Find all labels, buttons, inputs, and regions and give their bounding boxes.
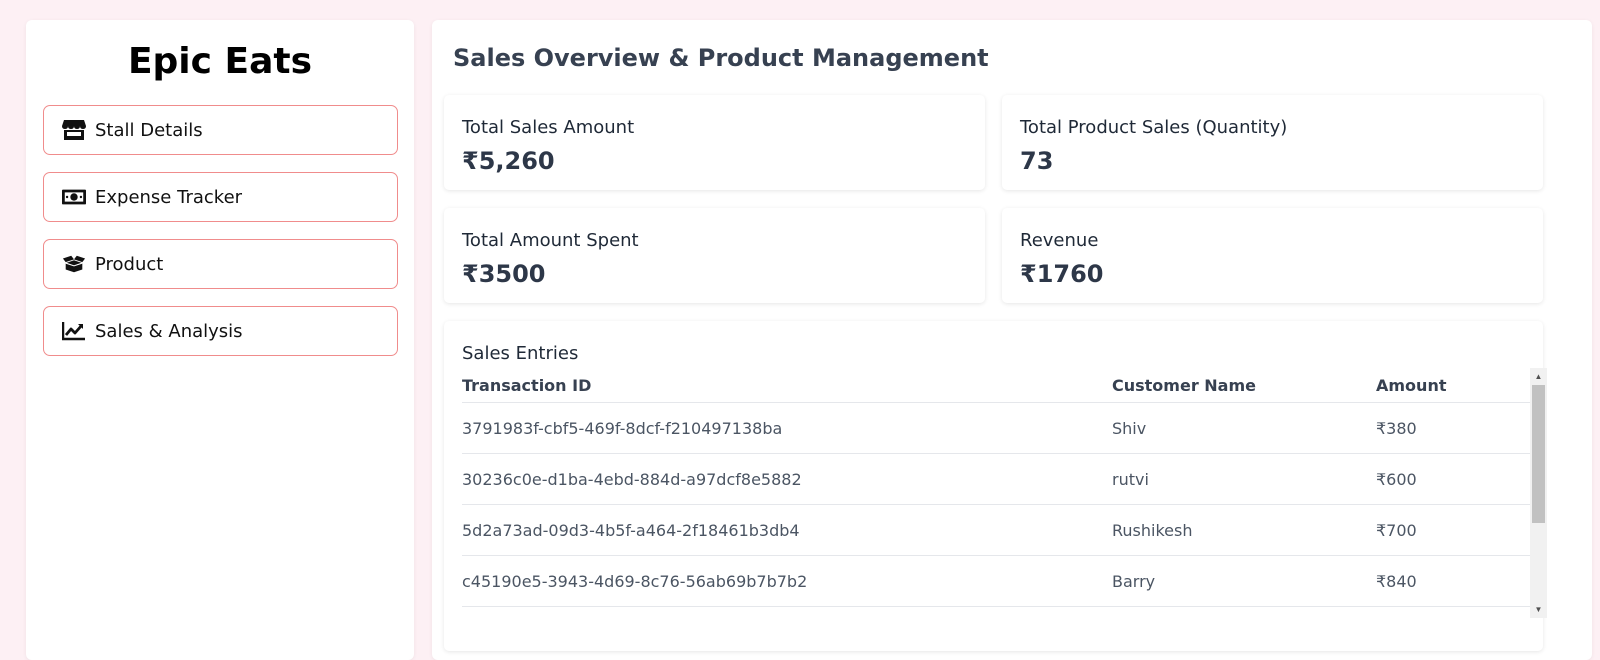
stat-card-revenue: Revenue ₹1760 bbox=[1002, 208, 1543, 303]
table-row: 3791983f-cbf5-469f-8dcf-f210497138ba Shi… bbox=[462, 403, 1547, 454]
stat-label: Revenue bbox=[1020, 230, 1099, 251]
scroll-down-arrow-icon[interactable]: ▼ bbox=[1530, 601, 1547, 618]
cell-customer-name: Barry bbox=[1112, 571, 1156, 591]
cell-transaction-id: 5d2a73ad-09d3-4b5f-a464-2f18461b3db4 bbox=[462, 520, 800, 540]
stat-card-total-sales: Total Sales Amount ₹5,260 bbox=[444, 95, 985, 190]
sidebar-item-label: Expense Tracker bbox=[95, 186, 243, 208]
column-header-customer-name: Customer Name bbox=[1112, 376, 1256, 395]
cell-transaction-id: 30236c0e-d1ba-4ebd-884d-a97dcf8e5882 bbox=[462, 469, 802, 489]
stat-value: 73 bbox=[1020, 147, 1054, 175]
cell-amount: ₹840 bbox=[1376, 571, 1417, 591]
main-panel: Sales Overview & Product Management Tota… bbox=[432, 20, 1592, 660]
page-title: Sales Overview & Product Management bbox=[453, 44, 989, 72]
stat-card-total-quantity: Total Product Sales (Quantity) 73 bbox=[1002, 95, 1543, 190]
cell-amount: ₹600 bbox=[1376, 469, 1417, 489]
table-header: Transaction ID Customer Name Amount bbox=[462, 369, 1547, 403]
cell-transaction-id: c45190e5-3943-4d69-8c76-56ab69b7b7b2 bbox=[462, 571, 808, 591]
sidebar-item-stall-details[interactable]: Stall Details bbox=[43, 105, 398, 155]
column-header-amount: Amount bbox=[1376, 376, 1447, 395]
store-icon bbox=[62, 118, 86, 142]
stat-label: Total Product Sales (Quantity) bbox=[1020, 117, 1288, 138]
box-icon bbox=[62, 252, 86, 276]
stat-card-amount-spent: Total Amount Spent ₹3500 bbox=[444, 208, 985, 303]
table-row: 30236c0e-d1ba-4ebd-884d-a97dcf8e5882 rut… bbox=[462, 454, 1547, 505]
sidebar-item-label: Sales & Analysis bbox=[95, 320, 243, 342]
cell-customer-name: Rushikesh bbox=[1112, 520, 1193, 540]
cell-customer-name: Shiv bbox=[1112, 418, 1147, 438]
sales-entries-card: Sales Entries Transaction ID Customer Na… bbox=[444, 321, 1547, 651]
brand-title: Epic Eats bbox=[127, 41, 313, 82]
sidebar-item-sales-analysis[interactable]: Sales & Analysis bbox=[43, 306, 398, 356]
cell-customer-name: rutvi bbox=[1112, 469, 1149, 489]
scrollbar-thumb[interactable] bbox=[1532, 385, 1545, 523]
cell-transaction-id: 3791983f-cbf5-469f-8dcf-f210497138ba bbox=[462, 418, 783, 438]
sidebar-nav: Stall Details Expense Tracker Product Sa… bbox=[43, 105, 398, 373]
column-header-transaction-id: Transaction ID bbox=[462, 376, 592, 395]
table-scrollbar[interactable]: ▲ ▼ bbox=[1530, 368, 1547, 618]
sidebar-item-label: Stall Details bbox=[95, 119, 203, 141]
sidebar-item-label: Product bbox=[95, 253, 164, 275]
chart-line-icon bbox=[62, 319, 86, 343]
stat-value: ₹3500 bbox=[462, 260, 546, 288]
money-icon bbox=[62, 185, 86, 209]
table-row: c45190e5-3943-4d69-8c76-56ab69b7b7b2 Bar… bbox=[462, 556, 1547, 607]
sidebar: Epic Eats Stall Details Expense Tracker … bbox=[26, 20, 414, 660]
cell-amount: ₹380 bbox=[1376, 418, 1417, 438]
cell-amount: ₹700 bbox=[1376, 520, 1417, 540]
sales-table[interactable]: Transaction ID Customer Name Amount 3791… bbox=[462, 369, 1547, 619]
sidebar-item-product[interactable]: Product bbox=[43, 239, 398, 289]
scroll-up-arrow-icon[interactable]: ▲ bbox=[1530, 368, 1547, 385]
sales-entries-title: Sales Entries bbox=[462, 343, 579, 364]
table-row: 5d2a73ad-09d3-4b5f-a464-2f18461b3db4 Rus… bbox=[462, 505, 1547, 556]
stat-label: Total Sales Amount bbox=[462, 117, 635, 138]
stat-value: ₹1760 bbox=[1020, 260, 1104, 288]
sidebar-item-expense-tracker[interactable]: Expense Tracker bbox=[43, 172, 398, 222]
stat-label: Total Amount Spent bbox=[462, 230, 639, 251]
stat-value: ₹5,260 bbox=[462, 147, 555, 175]
